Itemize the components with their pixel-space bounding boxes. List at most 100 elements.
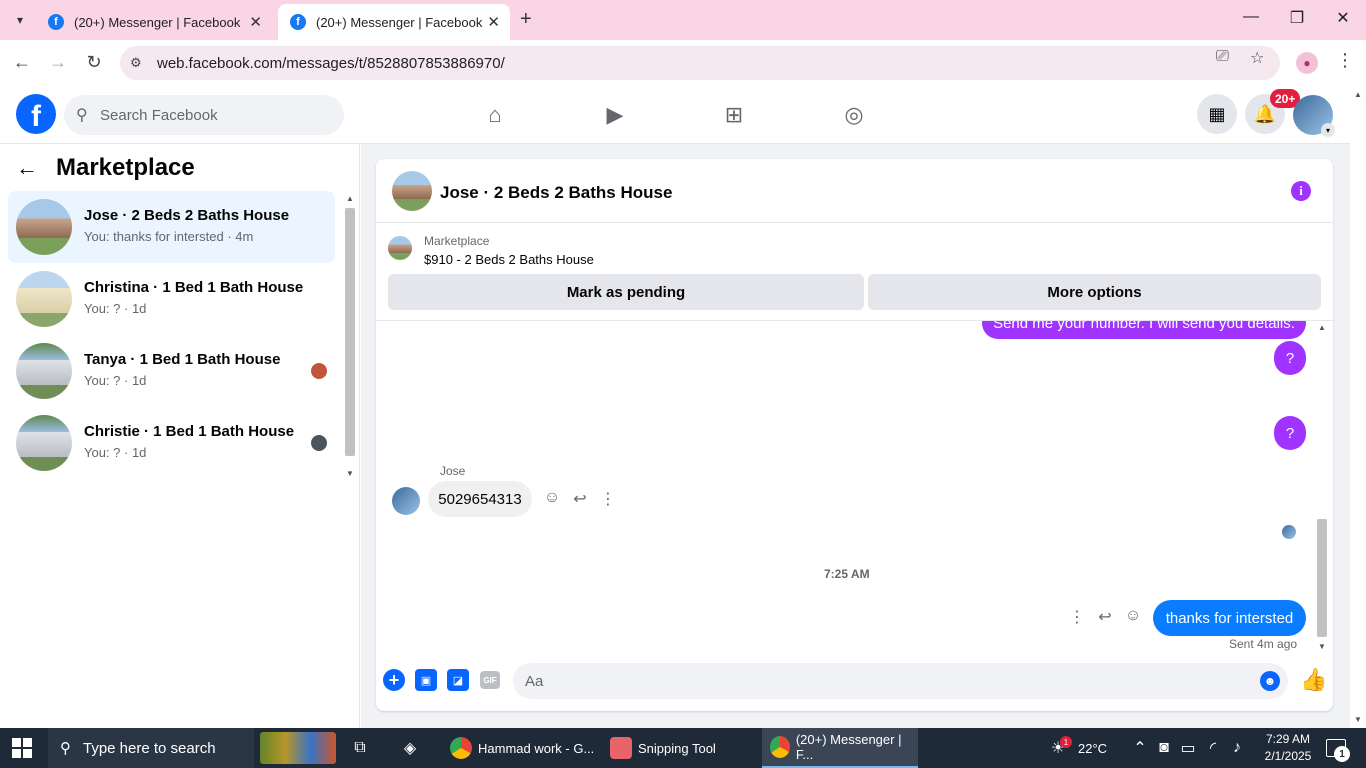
conversation-item-christie[interactable]: Christie · 1 Bed 1 Bath House You: ? · 1… [8, 407, 335, 479]
gif-icon[interactable]: GIF [480, 671, 500, 689]
facebook-logo[interactable]: f [16, 94, 56, 134]
back-arrow-icon[interactable]: ← [10, 52, 34, 73]
home-icon[interactable]: ⌂ [481, 101, 509, 129]
outgoing-message[interactable]: ? [1274, 341, 1306, 375]
windows-start-icon[interactable] [12, 738, 32, 758]
taskbar-app-label: Hammad work - G... [478, 740, 595, 756]
taskbar-app-label: Snipping Tool [638, 740, 716, 756]
chat-window: Jose · 2 Beds 2 Baths House i Marketplac… [376, 159, 1333, 711]
minimize-icon[interactable]: — [1236, 8, 1266, 26]
taskbar-search[interactable]: ⚲ Type here to search [48, 728, 254, 768]
groups-icon[interactable]: ◎ [840, 101, 868, 129]
facebook-search-input[interactable] [100, 95, 330, 135]
react-emoji-icon[interactable]: ☺ [541, 489, 563, 507]
marketplace-conversations-panel: ← Marketplace Jose · 2 Beds 2 Baths Hous… [0, 144, 360, 728]
browser-tab-1[interactable]: f (20+) Messenger | Facebook ✕ [36, 4, 272, 40]
plus-icon[interactable]: + [383, 669, 405, 691]
scrollbar-thumb[interactable] [1317, 519, 1327, 637]
conversation-title: Tanya · 1 Bed 1 Bath House [84, 351, 281, 368]
url-text[interactable]: web.facebook.com/messages/t/852880785388… [157, 55, 505, 72]
forward-arrow-icon[interactable]: → [46, 52, 70, 73]
new-tab-plus-icon[interactable]: + [520, 8, 532, 31]
back-arrow-icon[interactable]: ← [16, 155, 48, 181]
install-app-icon[interactable]: ⎚ [1216, 48, 1229, 66]
close-tab-icon[interactable]: ✕ [487, 13, 500, 31]
scroll-up-icon[interactable]: ▲ [1354, 90, 1362, 99]
wifi-icon[interactable]: ◜ [1201, 736, 1225, 760]
video-icon[interactable]: ▶ [601, 101, 629, 129]
site-settings-icon[interactable]: ⚙ [130, 55, 142, 71]
conversation-item-jose[interactable]: Jose · 2 Beds 2 Baths House You: thanks … [8, 191, 335, 263]
react-emoji-icon[interactable]: ☺ [1122, 607, 1144, 625]
scroll-down-icon[interactable]: ▼ [1318, 642, 1326, 651]
task-view-icon[interactable]: ⧉ [348, 736, 372, 760]
page-scrollbar[interactable]: ▲ ▼ [1350, 86, 1366, 728]
facebook-search-box[interactable]: ⚲ [64, 95, 344, 135]
listing-thumbnail[interactable] [388, 236, 412, 260]
copilot-icon[interactable]: ◈ [398, 736, 422, 760]
message-list-scrollbar[interactable]: ▲ ▼ [1315, 321, 1329, 653]
marketplace-icon[interactable]: ⊞ [720, 101, 748, 129]
chevron-up-icon[interactable]: ⌃ [1128, 736, 1152, 760]
photo-icon[interactable]: ▣ [415, 669, 437, 691]
temperature-text[interactable]: 22°C [1078, 728, 1107, 768]
restore-icon[interactable]: ❐ [1282, 8, 1312, 28]
info-icon[interactable]: i [1291, 181, 1311, 201]
outgoing-message[interactable]: ? [1274, 416, 1306, 450]
conversation-list-scrollbar[interactable]: ▲ ▼ [343, 194, 357, 478]
url-omnibox[interactable]: ⚙ web.facebook.com/messages/t/8528807853… [120, 46, 1280, 80]
listing-thumbnail [16, 343, 72, 399]
tab-search-chevron-icon[interactable]: ▾ [8, 8, 32, 32]
conversation-item-tanya[interactable]: Tanya · 1 Bed 1 Bath House You: ? · 1d [8, 335, 335, 407]
chat-listing-avatar[interactable] [392, 171, 432, 211]
user-profile-avatar[interactable]: ▾ [1293, 95, 1335, 137]
sender-avatar[interactable] [392, 487, 420, 515]
scroll-down-icon[interactable]: ▼ [346, 469, 354, 478]
more-actions-icon[interactable]: ⋮ [1066, 607, 1088, 627]
incoming-message[interactable]: 5029654313 [428, 481, 532, 517]
system-clock[interactable]: 7:29 AM 2/1/2025 [1258, 731, 1318, 765]
conversation-preview: You: thanks for intersted · 4m [84, 229, 254, 244]
emoji-icon[interactable]: ☻ [1260, 671, 1280, 691]
close-window-icon[interactable]: ✕ [1328, 8, 1358, 28]
tab-title: (20+) Messenger | Facebook [316, 14, 483, 30]
volume-icon[interactable]: ♪ [1225, 736, 1249, 760]
taskbar-app-snipping-tool[interactable]: Snipping Tool [604, 728, 722, 768]
taskbar-widget-image[interactable] [260, 732, 336, 764]
camera-icon[interactable]: ◙ [1152, 736, 1176, 760]
scroll-up-icon[interactable]: ▲ [1318, 323, 1326, 332]
reload-icon[interactable]: ↻ [82, 52, 106, 73]
chrome-icon [450, 737, 472, 759]
scroll-up-icon[interactable]: ▲ [346, 194, 354, 203]
browser-profile-icon[interactable]: ● [1296, 52, 1318, 74]
mark-as-pending-button[interactable]: Mark as pending [388, 274, 864, 310]
reply-icon[interactable]: ↩ [569, 489, 591, 509]
menu-grid-icon[interactable]: ▦ [1197, 94, 1237, 134]
browser-menu-icon[interactable]: ⋮ [1336, 50, 1354, 71]
clock-date: 2/1/2025 [1264, 749, 1312, 763]
time-divider: 7:25 AM [824, 567, 870, 581]
bookmark-star-icon[interactable]: ☆ [1250, 48, 1264, 68]
message-input[interactable] [513, 663, 1288, 699]
taskbar-app-chrome-messenger[interactable]: (20+) Messenger | F... [762, 728, 918, 768]
sticker-icon[interactable]: ◪ [447, 669, 469, 691]
more-options-button[interactable]: More options [868, 274, 1321, 310]
chrome-icon [770, 736, 790, 758]
scroll-down-icon[interactable]: ▼ [1354, 715, 1362, 724]
outgoing-message[interactable]: Send me your number. I will send you det… [982, 321, 1306, 339]
chat-title[interactable]: Jose · 2 Beds 2 Baths House [440, 183, 672, 203]
notification-center-badge: 1 [1334, 746, 1350, 762]
listing-price-title[interactable]: $910 - 2 Beds 2 Baths House [424, 252, 594, 267]
thumbs-up-icon[interactable]: 👍 [1300, 667, 1327, 693]
outgoing-message-last[interactable]: thanks for intersted [1153, 600, 1306, 636]
conversation-title: Christina · 1 Bed 1 Bath House [84, 279, 304, 296]
taskbar-app-chrome-work[interactable]: Hammad work - G... [444, 728, 600, 768]
reply-icon[interactable]: ↩ [1094, 607, 1116, 627]
more-actions-icon[interactable]: ⋮ [597, 489, 619, 509]
panel-header: ← Marketplace [16, 154, 195, 182]
close-tab-icon[interactable]: ✕ [249, 13, 262, 31]
scrollbar-thumb[interactable] [345, 208, 355, 456]
battery-icon[interactable]: ▭ [1176, 736, 1200, 760]
conversation-item-christina[interactable]: Christina · 1 Bed 1 Bath House You: ? · … [8, 263, 335, 335]
browser-tab-2-active[interactable]: f (20+) Messenger | Facebook ✕ [278, 4, 510, 40]
